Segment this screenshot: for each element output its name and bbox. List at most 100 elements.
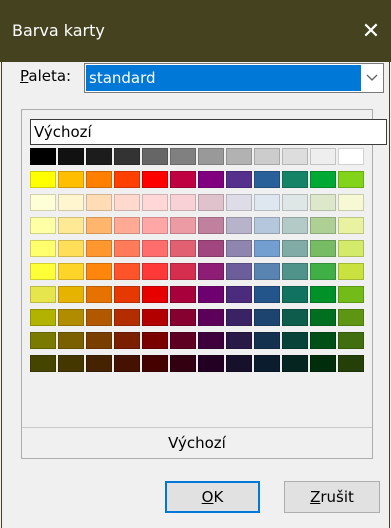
default-color-field[interactable]: Výchozí (30, 119, 387, 145)
color-swatch[interactable] (226, 309, 252, 326)
color-swatch[interactable] (198, 263, 224, 280)
color-swatch[interactable] (282, 194, 308, 211)
color-swatch[interactable] (310, 286, 336, 303)
color-swatch[interactable] (58, 217, 84, 234)
color-swatch[interactable] (198, 194, 224, 211)
color-swatch[interactable] (338, 355, 364, 372)
color-swatch[interactable] (30, 194, 56, 211)
color-swatch[interactable] (170, 355, 196, 372)
color-swatch[interactable] (142, 286, 168, 303)
color-swatch[interactable] (86, 240, 112, 257)
color-swatch[interactable] (30, 217, 56, 234)
close-icon[interactable]: ✕ (351, 14, 391, 50)
color-swatch[interactable] (198, 355, 224, 372)
color-swatch[interactable] (338, 263, 364, 280)
color-swatch[interactable] (58, 148, 84, 165)
color-swatch[interactable] (282, 309, 308, 326)
color-swatch[interactable] (142, 332, 168, 349)
color-swatch[interactable] (226, 286, 252, 303)
color-swatch[interactable] (282, 148, 308, 165)
color-swatch[interactable] (58, 171, 84, 188)
color-swatch[interactable] (142, 309, 168, 326)
color-swatch[interactable] (58, 194, 84, 211)
color-swatch[interactable] (30, 171, 56, 188)
color-swatch[interactable] (282, 240, 308, 257)
color-swatch[interactable] (170, 332, 196, 349)
color-swatch[interactable] (282, 355, 308, 372)
color-swatch[interactable] (310, 240, 336, 257)
color-swatch[interactable] (114, 355, 140, 372)
color-swatch[interactable] (254, 171, 280, 188)
color-swatch[interactable] (86, 148, 112, 165)
color-swatch[interactable] (170, 309, 196, 326)
color-swatch[interactable] (226, 355, 252, 372)
color-swatch[interactable] (58, 263, 84, 280)
color-swatch[interactable] (310, 332, 336, 349)
color-swatch[interactable] (170, 194, 196, 211)
color-swatch[interactable] (142, 194, 168, 211)
color-swatch[interactable] (142, 148, 168, 165)
color-swatch[interactable] (254, 148, 280, 165)
ok-button[interactable]: OK (165, 481, 260, 513)
color-swatch[interactable] (338, 217, 364, 234)
color-swatch[interactable] (86, 194, 112, 211)
color-swatch[interactable] (142, 263, 168, 280)
color-swatch[interactable] (338, 194, 364, 211)
color-swatch[interactable] (226, 171, 252, 188)
color-swatch[interactable] (338, 171, 364, 188)
color-swatch[interactable] (198, 332, 224, 349)
color-swatch[interactable] (58, 355, 84, 372)
color-swatch[interactable] (30, 309, 56, 326)
color-swatch[interactable] (58, 240, 84, 257)
color-swatch[interactable] (338, 240, 364, 257)
color-swatch[interactable] (58, 332, 84, 349)
color-swatch[interactable] (254, 217, 280, 234)
color-swatch[interactable] (310, 194, 336, 211)
color-swatch[interactable] (30, 148, 56, 165)
color-swatch[interactable] (30, 263, 56, 280)
color-swatch[interactable] (170, 263, 196, 280)
color-swatch[interactable] (198, 148, 224, 165)
color-swatch[interactable] (254, 355, 280, 372)
color-swatch[interactable] (86, 171, 112, 188)
color-swatch[interactable] (58, 286, 84, 303)
color-swatch[interactable] (170, 148, 196, 165)
color-swatch[interactable] (310, 263, 336, 280)
color-swatch[interactable] (338, 286, 364, 303)
color-swatch[interactable] (114, 332, 140, 349)
color-swatch[interactable] (30, 286, 56, 303)
color-swatch[interactable] (142, 217, 168, 234)
color-swatch[interactable] (170, 171, 196, 188)
color-swatch[interactable] (58, 309, 84, 326)
color-swatch[interactable] (142, 240, 168, 257)
color-swatch[interactable] (198, 286, 224, 303)
color-swatch[interactable] (226, 332, 252, 349)
color-swatch[interactable] (114, 194, 140, 211)
color-swatch[interactable] (226, 148, 252, 165)
color-swatch[interactable] (226, 263, 252, 280)
color-swatch[interactable] (198, 240, 224, 257)
color-swatch[interactable] (86, 217, 112, 234)
color-swatch[interactable] (198, 309, 224, 326)
color-swatch[interactable] (30, 332, 56, 349)
color-swatch[interactable] (282, 286, 308, 303)
color-swatch[interactable] (142, 171, 168, 188)
color-swatch[interactable] (310, 309, 336, 326)
color-swatch[interactable] (254, 286, 280, 303)
cancel-button[interactable]: Zrušit (284, 481, 380, 513)
color-swatch[interactable] (226, 194, 252, 211)
color-swatch[interactable] (86, 309, 112, 326)
color-swatch[interactable] (170, 240, 196, 257)
color-swatch[interactable] (338, 309, 364, 326)
color-swatch[interactable] (310, 171, 336, 188)
color-swatch[interactable] (114, 217, 140, 234)
color-swatch[interactable] (310, 148, 336, 165)
color-swatch[interactable] (282, 332, 308, 349)
color-swatch[interactable] (170, 286, 196, 303)
color-swatch[interactable] (254, 332, 280, 349)
color-swatch[interactable] (170, 217, 196, 234)
color-swatch[interactable] (86, 355, 112, 372)
color-swatch[interactable] (198, 217, 224, 234)
color-swatch[interactable] (114, 148, 140, 165)
color-swatch[interactable] (282, 217, 308, 234)
